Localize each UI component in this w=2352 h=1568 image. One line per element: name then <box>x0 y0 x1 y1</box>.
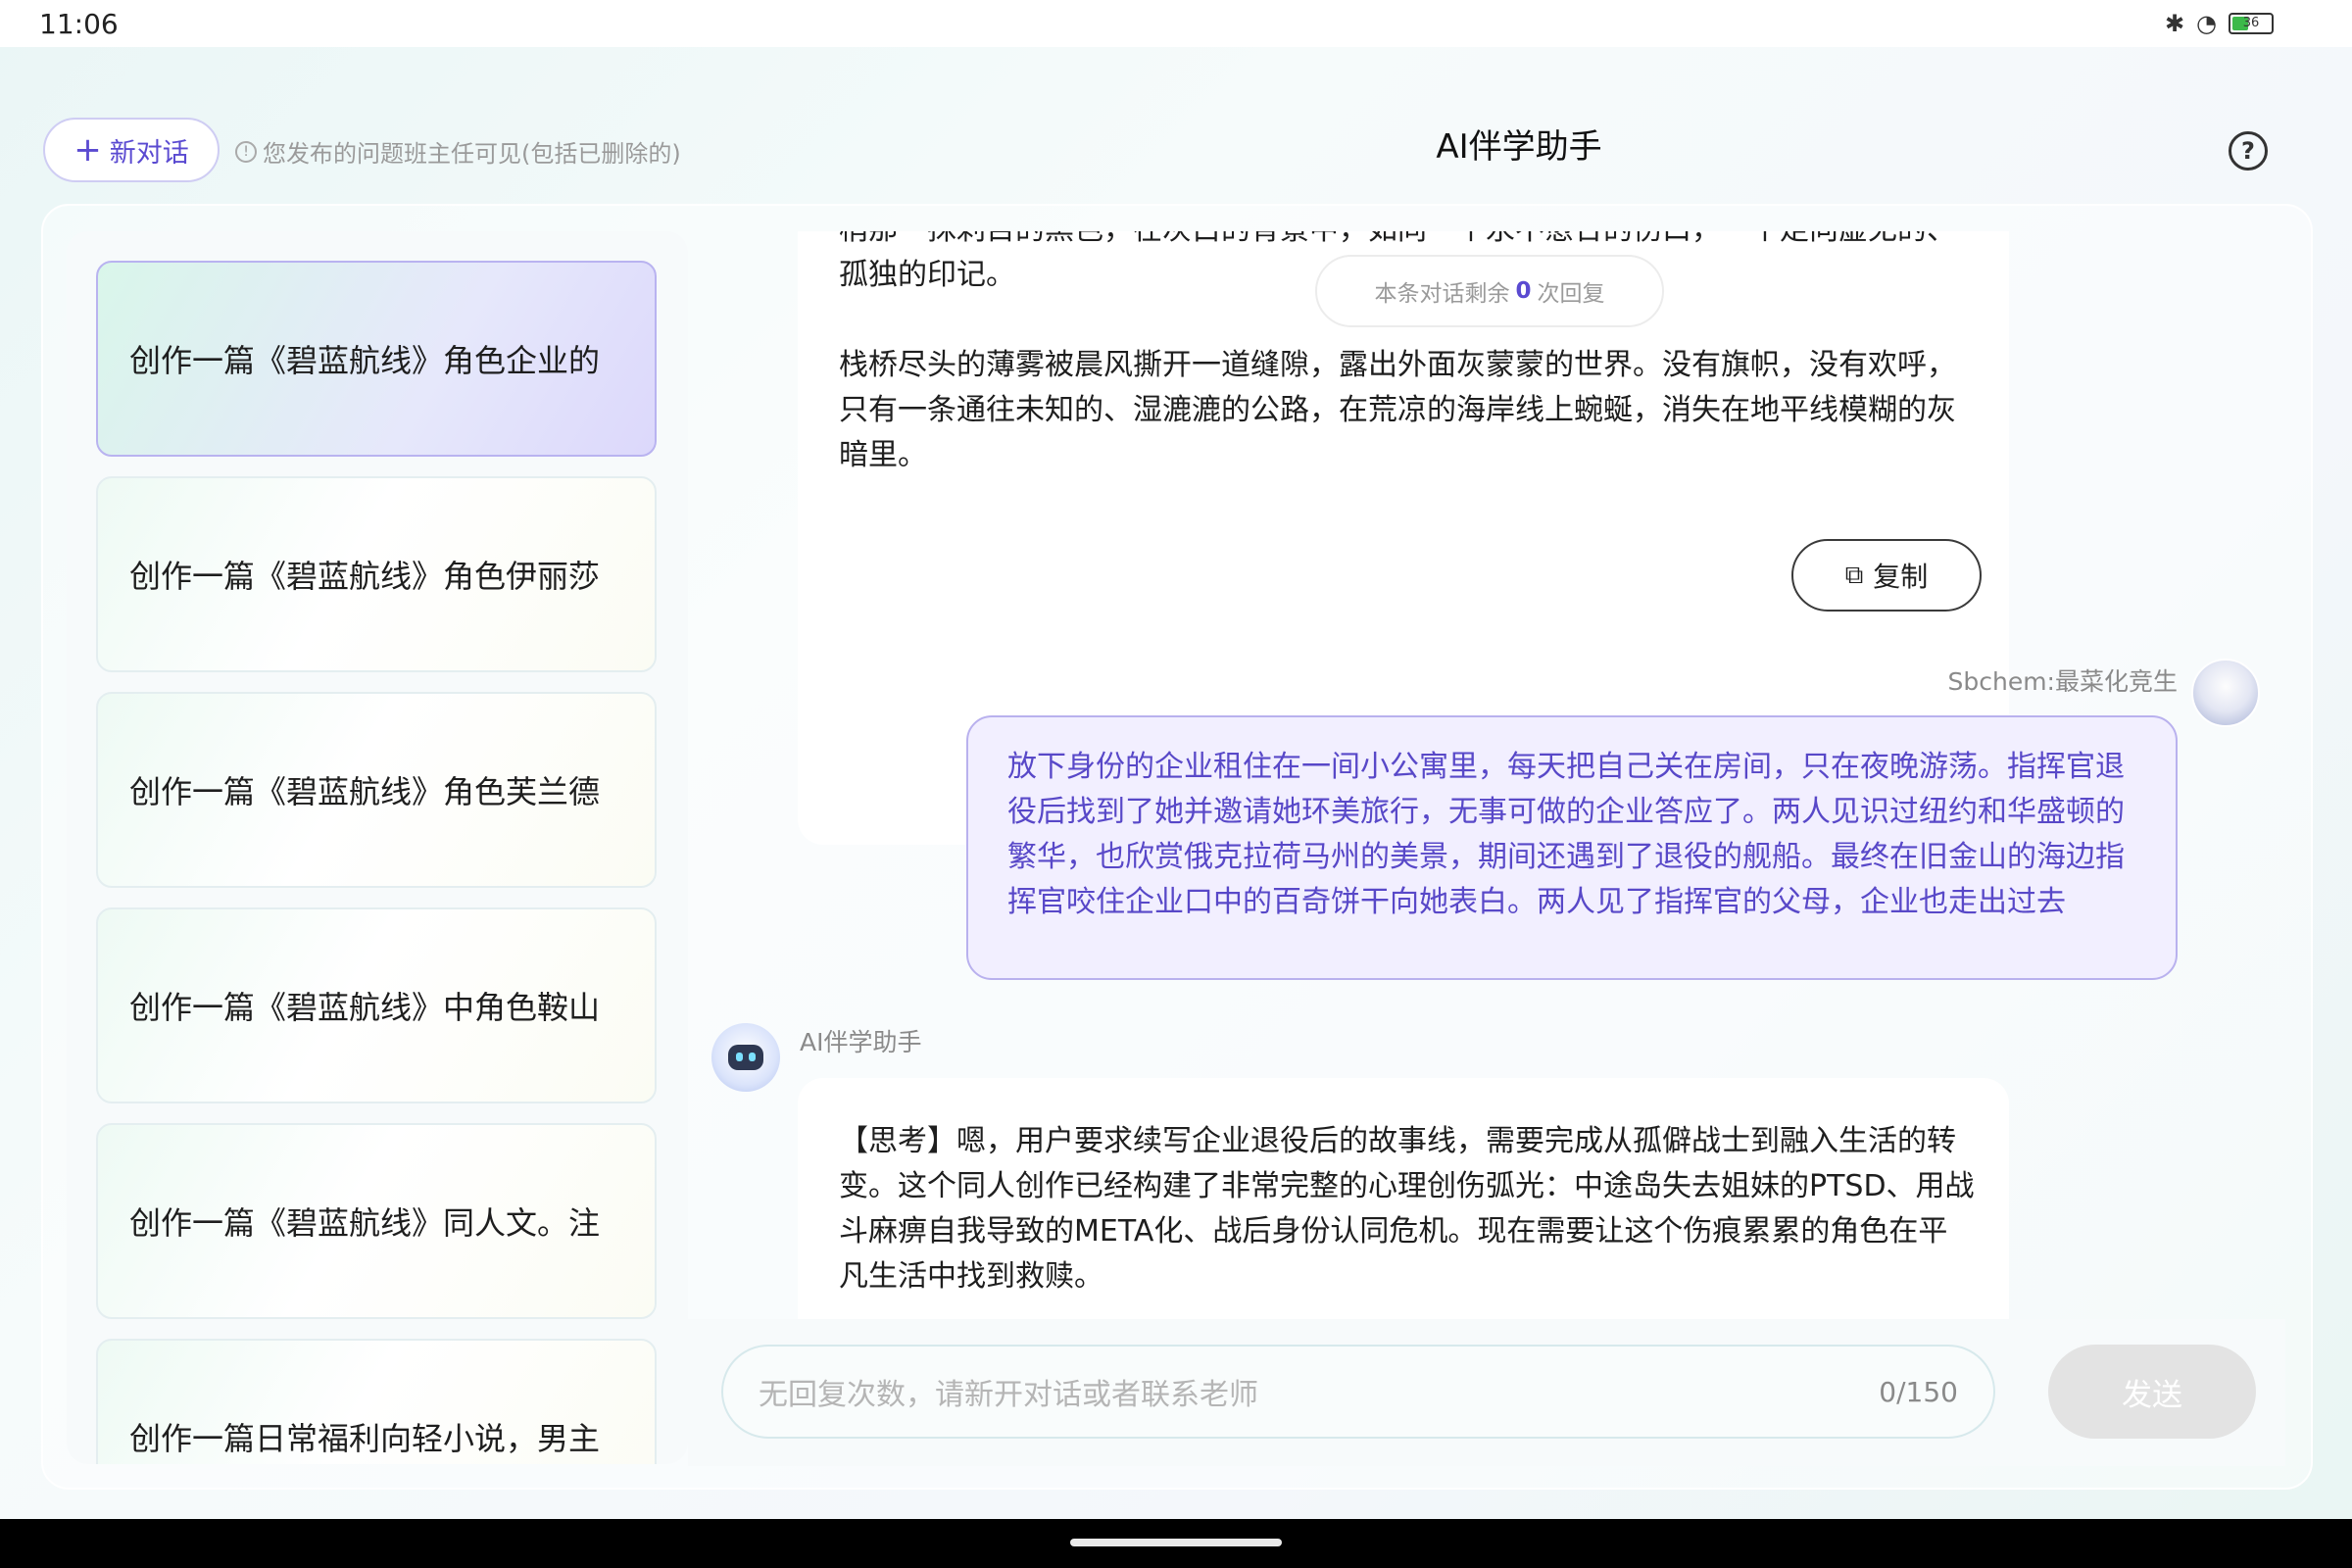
help-icon[interactable]: ? <box>2229 131 2268 171</box>
ai-assistant-name: AI伴学助手 <box>800 1028 922 1056</box>
battery-icon: 36 <box>2229 13 2274 34</box>
char-counter: 0/150 <box>1879 1375 1958 1408</box>
ai-message-cut-text: 梢那一抹刺目的黑色，在灰白的背景中，如同一个永不愈合的伤口，一个走向虚无的、 <box>839 231 1966 253</box>
ai-message-cut-line: 梢那一抹刺目的黑色，在灰白的背景中，如同一个永不愈合的伤口，一个走向虚无的、 <box>839 231 1966 253</box>
conversation-list: 创作一篇《碧蓝航线》角色企业的 创作一篇《碧蓝航线》角色伊丽莎 创作一篇《碧蓝航… <box>67 231 688 1464</box>
copy-label: 复制 <box>1873 561 1929 593</box>
conversation-item[interactable]: 创作一篇《碧蓝航线》同人文。注 <box>96 1123 657 1319</box>
plus-icon: + <box>74 130 102 170</box>
user-name: Sbchem:最菜化竞生 <box>1947 667 2179 696</box>
robot-icon <box>728 1045 763 1070</box>
chat-area[interactable]: 梢那一抹刺目的黑色，在灰白的背景中，如同一个永不愈合的伤口，一个走向虚无的、 孤… <box>688 231 2285 1319</box>
status-bar: 11:06 ✱ ◔ 36 <box>0 0 2352 47</box>
info-icon: ! <box>235 140 257 163</box>
remaining-replies-badge: 本条对话剩余 0 次回复 <box>1315 255 1664 327</box>
bluetooth-icon: ✱ <box>2164 10 2185 37</box>
message-input[interactable]: 无回复次数，请新开对话或者联系老师 0/150 <box>721 1345 1995 1439</box>
status-icons: ✱ ◔ 36 <box>2165 10 2274 37</box>
battery-level: 36 <box>2242 16 2260 30</box>
user-message-bubble: 放下身份的企业租住在一间小公寓里，每天把自己关在房间，只在夜晚游荡。指挥官退役后… <box>966 715 2178 980</box>
new-chat-button[interactable]: + 新对话 <box>43 118 220 182</box>
wifi-icon: ◔ <box>2196 10 2217 37</box>
message-input-placeholder: 无回复次数，请新开对话或者联系老师 <box>759 1378 1258 1412</box>
conversation-item[interactable]: 创作一篇《碧蓝航线》中角色鞍山 <box>96 907 657 1103</box>
system-nav-bar <box>0 1519 2352 1568</box>
conversation-item[interactable]: 创作一篇《碧蓝航线》角色芙兰德 <box>96 692 657 888</box>
visibility-notice-text: 您发布的问题班主任可见(包括已删除的) <box>263 140 681 168</box>
clock: 11:06 <box>39 8 119 40</box>
copy-icon: ⧉ <box>1844 560 1864 590</box>
conversation-item[interactable]: 创作一篇《碧蓝航线》角色伊丽莎 <box>96 476 657 672</box>
ai-message-text: 【思考】嗯，用户要求续写企业退役后的故事线，需要完成从孤僻战士到融入生活的转变。… <box>839 1124 1975 1294</box>
remaining-count: 0 <box>1515 278 1532 304</box>
composer: 无回复次数，请新开对话或者联系老师 0/150 发送 <box>688 1319 2285 1466</box>
conversation-item-active[interactable]: 创作一篇《碧蓝航线》角色企业的 <box>96 261 657 457</box>
copy-button[interactable]: ⧉ 复制 <box>1791 539 1982 612</box>
remaining-suffix: 次回复 <box>1537 281 1605 307</box>
conversation-item[interactable]: 创作一篇日常福利向轻小说，男主 <box>96 1339 657 1464</box>
page-title: AI伴学助手 <box>1436 127 1602 167</box>
user-avatar <box>2191 659 2260 727</box>
ai-message-card: 【思考】嗯，用户要求续写企业退役后的故事线，需要完成从孤僻战士到融入生活的转变。… <box>798 1078 2009 1319</box>
remaining-prefix: 本条对话剩余 <box>1374 281 1510 307</box>
ai-message-text: 栈桥尽头的薄雾被晨风撕开一道缝隙，露出外面灰蒙蒙的世界。没有旗帜，没有欢呼，只有… <box>839 348 1956 472</box>
home-handle[interactable] <box>1070 1539 1282 1546</box>
new-chat-label: 新对话 <box>109 137 189 169</box>
visibility-notice: ! 您发布的问题班主任可见(包括已删除的) <box>235 134 681 169</box>
send-button[interactable]: 发送 <box>2048 1345 2256 1439</box>
ai-assistant-avatar <box>711 1023 780 1092</box>
